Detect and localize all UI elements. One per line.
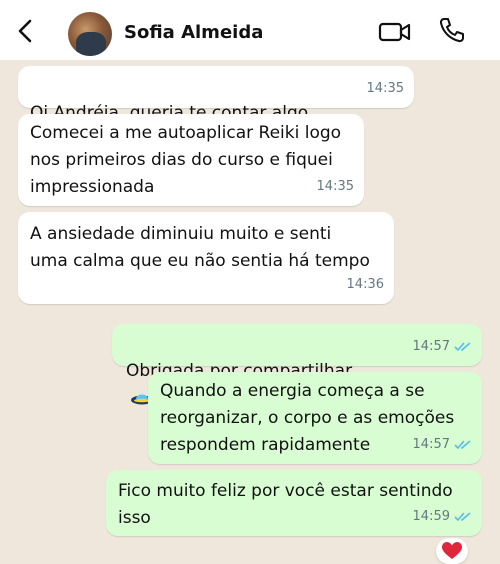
- message-meta: 14:35: [317, 173, 354, 200]
- chat-header: Sofia Almeida: [0, 0, 500, 60]
- message-meta: 14:59: [413, 503, 472, 530]
- message-meta: 14:36: [347, 271, 384, 298]
- message-time: 14:57: [412, 437, 450, 452]
- read-ticks-icon: [454, 342, 471, 352]
- heart-reaction[interactable]: [436, 538, 468, 564]
- message-time: 14:35: [316, 179, 354, 194]
- back-arrow-icon[interactable]: [14, 18, 38, 44]
- message-meta: 14:57: [413, 333, 472, 360]
- video-call-icon[interactable]: [378, 20, 412, 44]
- outgoing-message[interactable]: Obrigada por compartilhar 14:57: [112, 324, 482, 405]
- message-time: 14:59: [412, 509, 450, 524]
- message-text: Comecei a me autoaplicar Reiki logo nos …: [30, 123, 342, 197]
- message-time: 14:35: [366, 81, 404, 96]
- contact-avatar[interactable]: [68, 12, 112, 56]
- message-meta: 14:35: [367, 75, 404, 102]
- contact-name[interactable]: Sofia Almeida: [124, 22, 263, 43]
- message-time: 14:57: [412, 339, 450, 354]
- message-text: A ansiedade diminuiu muito e senti uma c…: [30, 224, 370, 271]
- red-heart-icon: [442, 542, 462, 559]
- voice-call-icon[interactable]: [438, 16, 466, 44]
- read-ticks-icon: [454, 512, 471, 522]
- message-time: 14:36: [346, 277, 384, 292]
- incoming-message[interactable]: Comecei a me autoaplicar Reiki logo nos …: [18, 114, 364, 206]
- message-meta: 14:57: [413, 431, 472, 458]
- message-list[interactable]: Oi Andréia, queria te contar algo 14:35 …: [0, 60, 500, 564]
- outgoing-message[interactable]: Fico muito feliz por você estar sentindo…: [106, 470, 482, 536]
- incoming-message[interactable]: Oi Andréia, queria te contar algo 14:35: [18, 66, 414, 149]
- read-ticks-icon: [454, 440, 471, 450]
- incoming-message[interactable]: A ansiedade diminuiu muito e senti uma c…: [18, 212, 394, 304]
- outgoing-message[interactable]: Quando a energia começa a se reorganizar…: [148, 372, 482, 464]
